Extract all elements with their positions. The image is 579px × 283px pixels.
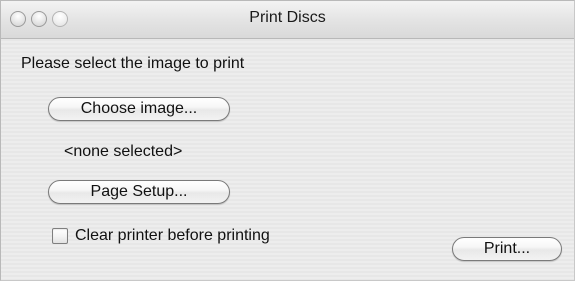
print-discs-window: Print Discs Please select the image to p… (0, 0, 575, 281)
clear-printer-checkbox[interactable] (52, 228, 68, 244)
title-bar[interactable]: Print Discs (1, 1, 574, 39)
clear-printer-option[interactable]: Clear printer before printing (52, 226, 270, 246)
page-setup-button[interactable]: Page Setup... (48, 180, 230, 204)
window-title: Print Discs (249, 9, 326, 26)
selected-image-label: <none selected> (64, 143, 183, 160)
clear-printer-label[interactable]: Clear printer before printing (75, 227, 270, 245)
select-image-prompt: Please select the image to print (21, 55, 245, 72)
choose-image-button[interactable]: Choose image... (48, 97, 230, 121)
print-button[interactable]: Print... (452, 237, 562, 261)
